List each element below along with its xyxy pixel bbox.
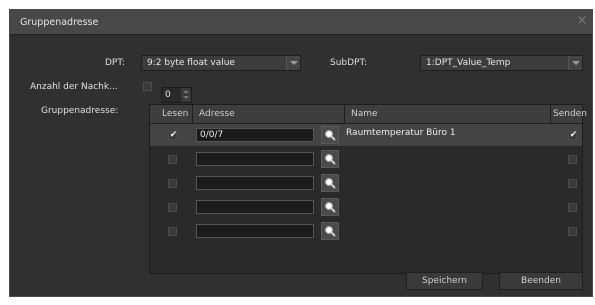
column-divider [344,105,345,123]
dpt-select-value: 9:2 byte float value [147,58,235,68]
table-row[interactable] [150,148,582,170]
anzahl-label: Anzahl der Nachk... [30,82,118,92]
table-row[interactable] [150,172,582,194]
name-cell: Raumtemperatur Büro 1 [346,128,456,138]
chevron-down-icon[interactable] [286,56,300,70]
lesen-checkbox[interactable] [168,203,177,212]
table-header: Lesen Adresse Name Senden [150,105,587,124]
table-row[interactable] [150,196,582,218]
subdpt-select-value: 1:DPT_Value_Temp [426,58,511,68]
search-button[interactable] [321,150,339,168]
table-row[interactable] [150,220,582,242]
address-table: Lesen Adresse Name Senden ✔ 0/0/7 Raumtemp… [149,104,587,274]
address-input[interactable]: 0/0/7 [196,128,314,142]
column-divider [192,105,193,123]
senden-checkbox[interactable] [568,203,577,212]
lesen-checkbox[interactable] [168,155,177,164]
senden-checkbox[interactable]: ✔ [568,130,578,140]
address-input[interactable] [196,224,314,238]
gruppenadresse-label: Gruppenadresse: [41,106,119,116]
subdpt-label: SubDPT: [330,58,368,68]
anzahl-stepper[interactable]: 0 [161,87,192,103]
search-icon [324,225,336,240]
stepper-up-icon[interactable] [181,88,191,95]
anzahl-checkbox[interactable] [143,82,152,91]
address-input[interactable] [196,152,314,166]
subdpt-select[interactable]: 1:DPT_Value_Temp [420,55,583,71]
lesen-checkbox[interactable] [168,179,177,188]
chevron-down-icon[interactable] [568,56,582,70]
dialog-title: Gruppenadresse [20,17,99,28]
search-button[interactable] [321,198,339,216]
check-icon: ✔ [169,130,178,140]
title-bar: Gruppenadresse × [10,10,592,35]
check-icon: ✔ [569,130,578,140]
column-divider [550,105,551,123]
close-button[interactable]: Beenden [499,272,583,290]
table-row[interactable]: ✔ 0/0/7 Raumtemperatur Büro 1 ✔ [150,124,582,146]
lesen-checkbox[interactable] [168,227,177,236]
dpt-select[interactable]: 9:2 byte float value [141,55,301,71]
senden-checkbox[interactable] [568,179,577,188]
column-header-lesen[interactable]: Lesen [162,109,188,119]
search-icon [324,129,336,144]
search-button[interactable] [321,126,339,144]
address-value: 0/0/7 [200,130,224,140]
search-button[interactable] [321,222,339,240]
address-input[interactable] [196,200,314,214]
anzahl-value: 0 [165,90,171,100]
search-button[interactable] [321,174,339,192]
column-header-name[interactable]: Name [351,109,378,119]
search-icon [324,201,336,216]
senden-checkbox[interactable] [568,155,577,164]
senden-checkbox[interactable] [568,227,577,236]
dpt-label: DPT: [105,58,125,68]
column-header-adresse[interactable]: Adresse [199,109,235,119]
lesen-checkbox[interactable]: ✔ [168,130,178,140]
address-input[interactable] [196,176,314,190]
search-icon [324,153,336,168]
gruppenadresse-dialog: Gruppenadresse × DPT: 9:2 byte float val… [9,9,593,297]
save-button[interactable]: Speichern [406,272,483,290]
close-icon[interactable]: × [575,13,589,29]
search-icon [324,177,336,192]
column-header-senden[interactable]: Senden [553,109,587,119]
stepper-down-icon[interactable] [181,95,191,102]
